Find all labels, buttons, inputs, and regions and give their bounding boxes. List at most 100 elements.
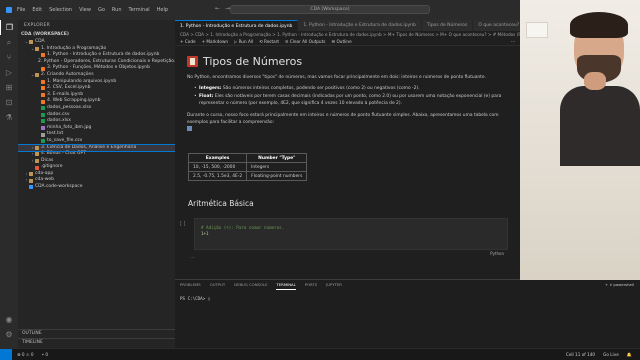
- title-text: Tipos de Números: [203, 54, 303, 68]
- nb-file-icon: [41, 79, 45, 84]
- source-control-icon[interactable]: ⑂: [0, 50, 18, 65]
- panel-tab-output[interactable]: OUTPUT: [210, 280, 225, 290]
- tree-item[interactable]: test.txt: [18, 131, 175, 138]
- menu-item-run[interactable]: Run: [112, 7, 122, 13]
- tree-item[interactable]: to_save_file.csv: [18, 138, 175, 145]
- new-terminal-dropdown[interactable]: + ∨ powershell: [605, 280, 634, 290]
- csv-file-icon: [41, 112, 45, 117]
- nb-file-icon: [41, 99, 45, 104]
- tree-item[interactable]: ⌄ 2. Criando Automações: [18, 72, 175, 79]
- tree-item[interactable]: dados.csv: [18, 112, 175, 119]
- tree-item[interactable]: dados_pessoas.xlsx: [18, 105, 175, 112]
- tree-item[interactable]: › 4. Bônus - Chat GPT: [18, 151, 175, 158]
- folder-icon: [35, 152, 39, 157]
- editor-tab[interactable]: 1. Python - Introdução e Estrutura de da…: [298, 20, 422, 31]
- panel-tab-ports[interactable]: PORTS: [305, 280, 317, 290]
- tree-item[interactable]: CDA.code-workspace: [18, 184, 175, 191]
- nav-arrows[interactable]: ← →: [215, 5, 230, 12]
- remote-icon[interactable]: ⊡: [0, 95, 18, 110]
- explorer-icon[interactable]: ❐: [0, 20, 18, 35]
- command-center-search[interactable]: CDA [Workspace]: [230, 5, 430, 14]
- img-file-icon: [41, 126, 45, 131]
- presenter-hand: [584, 72, 606, 90]
- cell-execution-count[interactable]: [ ]: [180, 221, 186, 227]
- folder-icon: [29, 172, 33, 177]
- testing-icon[interactable]: ⚗: [0, 110, 18, 125]
- activity-bar: ❐ ⌕ ⑂ ▷ ⊞ ⊡ ⚗ ◉ ⚙: [0, 20, 18, 348]
- tree-item[interactable]: dados.xlsx: [18, 118, 175, 125]
- menu-item-view[interactable]: View: [79, 7, 91, 13]
- table-cell: 10, -15, 500, -2000: [187, 162, 248, 172]
- tree-item[interactable]: 3. Python - Funções, Métodos e Objetos.i…: [18, 65, 175, 72]
- panel-tab-debug-console[interactable]: DEBUG CONSOLE: [234, 280, 267, 290]
- integers-text: São números inteiros completos, podendo …: [221, 85, 420, 91]
- notebook-title: Tipos de Números: [187, 53, 512, 69]
- toolbar-button[interactable]: ···: [511, 38, 515, 45]
- search-icon[interactable]: ⌕: [0, 35, 18, 50]
- vscode-logo-icon: [6, 7, 12, 13]
- terminal-prompt[interactable]: PS C:\CDA> ▯: [180, 296, 210, 301]
- tree-item[interactable]: 1. Python - Introdução e Estrutura de da…: [18, 52, 175, 59]
- toolbar-button[interactable]: ☰ Outline: [331, 38, 351, 45]
- tree-item[interactable]: 4. Web Scrapping.ipynb: [18, 98, 175, 105]
- xlsx-file-icon: [41, 106, 45, 111]
- list-item-float: Float: Eles são notáveis por terem casas…: [194, 94, 512, 107]
- toolbar-button[interactable]: + Markdown: [202, 38, 228, 45]
- notifications-bell-icon[interactable]: 🔔: [627, 352, 632, 358]
- menu-bar: File Edit Selection View Go Run Terminal Help: [17, 7, 168, 13]
- menu-item-selection[interactable]: Selection: [49, 7, 72, 13]
- outline-section[interactable]: OUTLINE: [18, 329, 175, 337]
- editor-tab[interactable]: Tipos de Números: [421, 20, 474, 31]
- nb-file-icon: [41, 86, 45, 91]
- tree-item[interactable]: minha_foto_ibm.jpg: [18, 125, 175, 132]
- workspace-root[interactable]: CDA (WORKSPACE): [18, 31, 175, 39]
- tree-item[interactable]: 2. CSV, Excel.ipynb: [18, 85, 175, 92]
- toolbar-button[interactable]: + Code: [180, 38, 196, 45]
- remote-indicator-icon[interactable]: [0, 348, 12, 360]
- ports-count[interactable]: ⑂ 0: [42, 352, 49, 357]
- extensions-icon[interactable]: ⊞: [0, 80, 18, 95]
- presenter-body: [560, 86, 640, 166]
- editor-tab[interactable]: 1. Python - Introdução e Estrutura de da…: [175, 20, 299, 31]
- tree-item-label: CDA.code-workspace: [35, 184, 83, 190]
- menu-item-file[interactable]: File: [17, 7, 25, 13]
- txt-file-icon: [41, 132, 45, 137]
- panel-tab-jupyter[interactable]: JUPYTER: [326, 280, 342, 290]
- toolbar-button[interactable]: ≡ Clear All Outputs: [285, 38, 325, 45]
- presenter-hair: [570, 12, 628, 38]
- panel-tabs: PROBLEMS OUTPUT DEBUG CONSOLE TERMINAL PORTS…: [175, 280, 640, 290]
- panel-tab-problems[interactable]: PROBLEMS: [180, 280, 201, 290]
- menu-item-help[interactable]: Help: [157, 7, 168, 13]
- folder-icon: [35, 158, 39, 163]
- list-item-integers: Integers: São números inteiros completos…: [194, 86, 512, 93]
- cell-language-label[interactable]: Python: [490, 251, 504, 256]
- menu-item-terminal[interactable]: Terminal: [129, 7, 150, 13]
- editor-tab[interactable]: O que aconteceu?: [473, 20, 526, 31]
- toolbar-button[interactable]: ▷ Run All: [234, 38, 253, 45]
- tree-item[interactable]: ⌄ CDA: [18, 39, 175, 46]
- tree-item[interactable]: 1. Manipulando arquivos.ipynb: [18, 79, 175, 86]
- intro-paragraph: No Python, encontramos diversos "tipos" …: [187, 75, 487, 80]
- folder-icon: [35, 73, 39, 78]
- go-live-button[interactable]: Go Live: [603, 352, 619, 358]
- menu-item-go[interactable]: Go: [98, 7, 105, 13]
- back-arrow-icon[interactable]: ←: [215, 5, 220, 12]
- tree-item[interactable]: .gitignore: [18, 164, 175, 171]
- toolbar-button[interactable]: ⟲ Restart: [259, 38, 279, 45]
- panel-tab-terminal[interactable]: TERMINAL: [276, 280, 296, 290]
- tree-item-label: 3. Python - Funções, Métodos e Objetos.i…: [47, 65, 150, 71]
- tree-item-label: 2. Criando Automações: [41, 71, 94, 77]
- problems-count[interactable]: ⊗ 0 ⚠ 0: [17, 352, 34, 357]
- breadcrumb[interactable]: CDA > CDA > 1. Introdução a Programação …: [175, 31, 527, 38]
- tree-item-label: 4. Bônus - Chat GPT: [41, 151, 86, 157]
- code-cell[interactable]: # Adição (+): Para somar números. 1+1 Py…: [194, 218, 508, 256]
- cell-position[interactable]: Cell 11 of 140: [566, 352, 595, 358]
- settings-gear-icon[interactable]: ⚙: [0, 327, 18, 342]
- run-debug-icon[interactable]: ▷: [0, 65, 18, 80]
- markdown-cell[interactable]: Tipos de Números No Python, encontramos …: [187, 53, 512, 134]
- table-header-cell: Number "Type": [246, 153, 308, 163]
- menu-item-edit[interactable]: Edit: [32, 7, 42, 13]
- timeline-section[interactable]: TIMELINE: [18, 338, 175, 346]
- account-icon[interactable]: ◉: [0, 312, 18, 327]
- table-cell: Integers: [246, 162, 308, 172]
